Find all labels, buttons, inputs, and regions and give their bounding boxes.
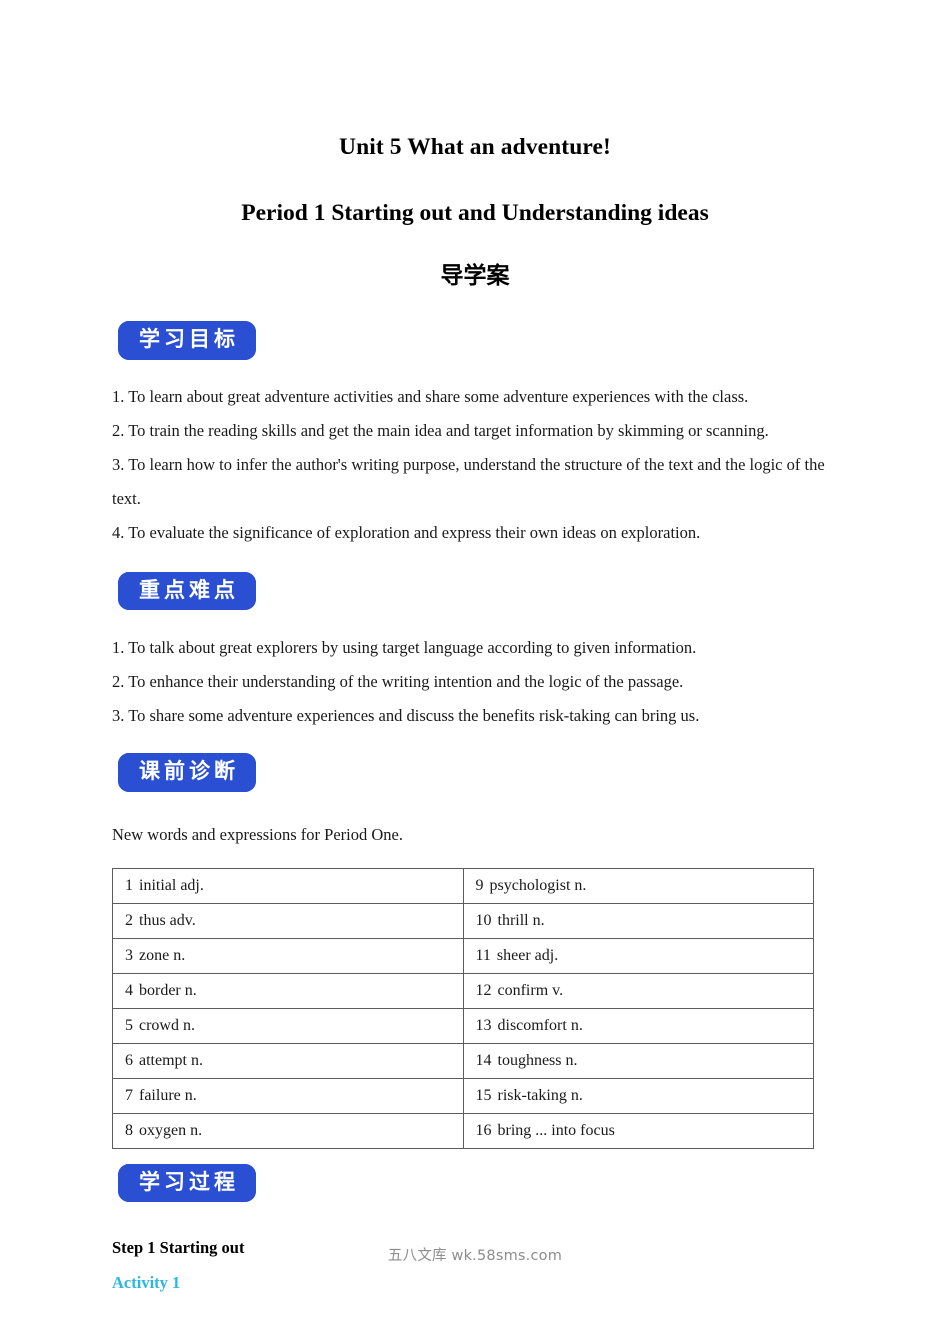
vocabulary-word: thus adv. <box>139 911 196 929</box>
section-header-learning-process: 学习过程 <box>118 1163 838 1203</box>
table-row: 6 attempt n. 14 toughness n. <box>112 1042 814 1079</box>
vocabulary-intro: New words and expressions for Period One… <box>112 824 403 844</box>
vocabulary-table: 1 initial adj. 9 psychologist n. 2 thus adv… <box>112 867 814 1149</box>
vocabulary-cell: 4 border n. <box>112 972 464 1009</box>
badge-key-points: 重点难点 <box>118 571 256 611</box>
vocabulary-cell: 1 initial adj. <box>112 867 464 904</box>
page-subtitle: Period 1 Starting out and Understanding … <box>241 199 709 226</box>
vocabulary-cell: 15 risk-taking n. <box>462 1077 814 1114</box>
vocabulary-word: risk-taking n. <box>497 1086 583 1104</box>
vocabulary-number: 8 <box>125 1121 133 1139</box>
objectives-item: 2. To train the reading skills and get t… <box>112 420 769 440</box>
footer-watermark: 五八文库 wk.58sms.com <box>387 1248 563 1264</box>
vocabulary-word: confirm v. <box>497 981 564 999</box>
page-chinese-title: 导学案 <box>440 263 510 289</box>
vocabulary-cell: 11 sheer adj. <box>462 937 814 974</box>
table-row: 8 oxygen n. 16 bring ... into focus <box>112 1112 814 1149</box>
vocabulary-number: 12 <box>475 981 492 999</box>
vocabulary-number: 13 <box>475 1016 492 1034</box>
vocabulary-word: thrill n. <box>497 911 545 929</box>
objectives-item: 1. To learn about great adventure activi… <box>112 386 749 406</box>
badge-objectives: 学习目标 <box>118 321 256 360</box>
badge-learning-process: 学习过程 <box>118 1163 256 1203</box>
badge-pre-class-diagnosis: 课前诊断 <box>118 753 256 792</box>
vocabulary-cell: 12 confirm v. <box>462 972 814 1009</box>
vocabulary-number: 10 <box>475 911 492 929</box>
vocabulary-number: 2 <box>125 911 133 929</box>
table-row: 7 failure n. 15 risk-taking n. <box>112 1077 814 1114</box>
table-row: 4 border n. 12 confirm v. <box>112 972 814 1009</box>
vocabulary-word: failure n. <box>139 1086 197 1104</box>
section-header-key-points: 重点难点 <box>118 571 838 611</box>
vocabulary-cell: 16 bring ... into focus <box>462 1112 814 1149</box>
vocabulary-cell: 13 discomfort n. <box>462 1007 814 1044</box>
vocabulary-word: bring ... into focus <box>497 1121 615 1139</box>
objectives-item: 3. To learn how to infer the author's wr… <box>112 454 825 508</box>
vocabulary-word: initial adj. <box>139 876 204 894</box>
section-header-objectives: 学习目标 <box>118 321 838 360</box>
vocabulary-word: psychologist n. <box>489 876 587 894</box>
vocabulary-number: 7 <box>125 1086 133 1104</box>
vocabulary-cell: 3 zone n. <box>112 937 464 974</box>
vocabulary-cell: 10 thrill n. <box>462 902 814 939</box>
vocabulary-cell: 6 attempt n. <box>112 1042 464 1079</box>
vocabulary-cell: 5 crowd n. <box>112 1007 464 1044</box>
vocabulary-word: sheer adj. <box>496 946 559 964</box>
vocabulary-word: toughness n. <box>497 1051 578 1069</box>
vocabulary-word: border n. <box>139 981 197 999</box>
vocabulary-word: discomfort n. <box>497 1016 583 1034</box>
section-header-pre-class-diagnosis: 课前诊断 <box>118 753 838 792</box>
key-points-item: 1. To talk about great explorers by usin… <box>112 638 697 658</box>
vocabulary-word: oxygen n. <box>139 1121 203 1139</box>
vocabulary-cell: 14 toughness n. <box>462 1042 814 1079</box>
activity-heading: Activity 1 <box>112 1273 181 1293</box>
vocabulary-cell: 8 oxygen n. <box>112 1112 464 1149</box>
vocabulary-word: attempt n. <box>139 1051 203 1069</box>
vocabulary-number: 5 <box>125 1016 133 1034</box>
vocabulary-number: 14 <box>475 1051 492 1069</box>
vocabulary-word: crowd n. <box>139 1016 195 1034</box>
key-points-item: 2. To enhance their understanding of the… <box>112 672 684 692</box>
vocabulary-number: 6 <box>125 1051 133 1069</box>
vocabulary-cell: 2 thus adv. <box>112 902 464 939</box>
vocabulary-number: 16 <box>475 1121 492 1139</box>
page-title: Unit 5 What an adventure! <box>339 134 611 160</box>
table-row: 5 crowd n. 13 discomfort n. <box>112 1007 814 1044</box>
document-page: Unit 5 What an adventure! Period 1 Start… <box>0 0 950 1344</box>
vocabulary-word: zone n. <box>139 946 186 964</box>
vocabulary-cell: 7 failure n. <box>112 1077 464 1114</box>
objectives-item: 4. To evaluate the significance of explo… <box>112 522 701 542</box>
objectives-list: 1. To learn about great adventure activi… <box>112 380 838 550</box>
table-row: 3 zone n. 11 sheer adj. <box>112 937 814 974</box>
key-points-item: 3. To share some adventure experiences a… <box>112 706 700 726</box>
vocabulary-number: 15 <box>475 1086 492 1104</box>
vocabulary-number: 4 <box>125 981 133 999</box>
table-row: 2 thus adv. 10 thrill n. <box>112 902 814 939</box>
key-points-list: 1. To talk about great explorers by usin… <box>112 631 838 733</box>
vocabulary-number: 1 <box>125 876 133 894</box>
table-row: 1 initial adj. 9 psychologist n. <box>112 867 814 904</box>
vocabulary-number: 3 <box>125 946 133 964</box>
vocabulary-number: 9 <box>475 876 484 894</box>
vocabulary-number: 11 <box>475 946 491 964</box>
vocabulary-cell: 9 psychologist n. <box>462 867 814 904</box>
